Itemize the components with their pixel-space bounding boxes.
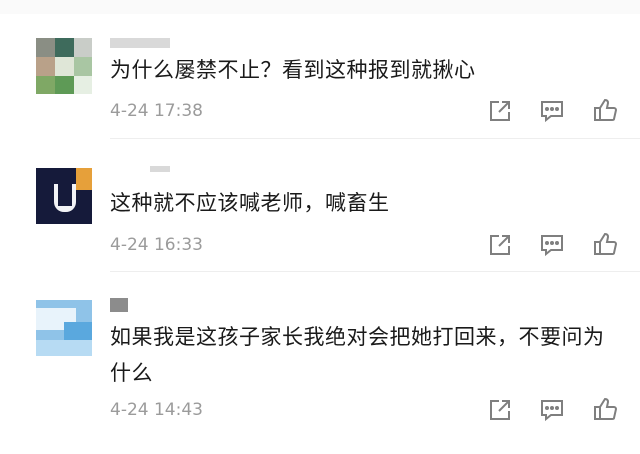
comment-icon[interactable] (539, 397, 565, 423)
share-icon[interactable] (487, 98, 513, 124)
comment-icon[interactable] (539, 98, 565, 124)
comment-text: 这种就不应该喊老师，喊畜生 (110, 191, 390, 215)
comment-text: 如果我是这孩子家长我绝对会把她打回来，不要问为什么 (110, 325, 605, 385)
share-icon[interactable] (487, 232, 513, 258)
divider (110, 138, 640, 139)
comment-item: 如果我是这孩子家长我绝对会把她打回来，不要问为什么 4-24 14:43 (0, 272, 640, 454)
comment-timestamp: 4-24 16:33 (110, 235, 203, 255)
avatar[interactable] (36, 168, 92, 224)
share-icon[interactable] (487, 397, 513, 423)
avatar[interactable] (36, 300, 92, 356)
comment-timestamp: 4-24 17:38 (110, 101, 203, 121)
comment-item: 为什么屡禁不止？看到这种报到就揪心 4-24 17:38 (0, 0, 640, 140)
comment-timestamp: 4-24 14:43 (110, 400, 203, 420)
thumbs-up-icon[interactable] (592, 396, 618, 422)
username-blurred (110, 298, 128, 312)
username-blurred (150, 166, 170, 172)
comment-text: 为什么屡禁不止？看到这种报到就揪心 (110, 58, 476, 82)
avatar[interactable] (36, 38, 92, 94)
thumbs-up-icon[interactable] (592, 231, 618, 257)
username-blurred (110, 38, 170, 48)
comment-item: 这种就不应该喊老师，喊畜生 4-24 16:33 (0, 140, 640, 272)
thumbs-up-icon[interactable] (592, 97, 618, 123)
comment-icon[interactable] (539, 232, 565, 258)
